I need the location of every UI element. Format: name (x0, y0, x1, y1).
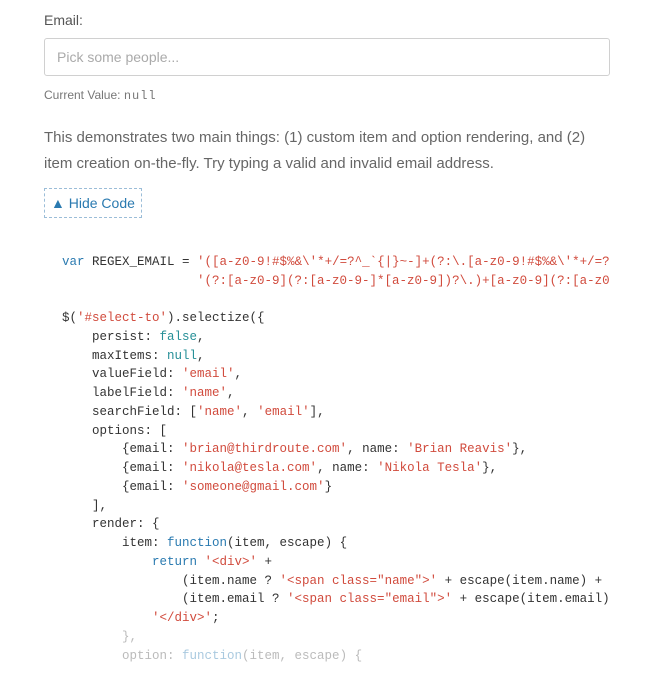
chevron-up-icon: ▲ (51, 195, 65, 211)
hide-code-toggle[interactable]: ▲ Hide Code (44, 188, 142, 218)
current-value-display: Current Value: null (44, 88, 610, 103)
current-value: null (124, 89, 157, 103)
code-block: var REGEX_EMAIL = '([a-z0-9!#$%&\'*+/=?^… (44, 234, 610, 665)
current-value-label: Current Value: (44, 88, 124, 102)
email-label: Email: (44, 12, 610, 28)
description-text: This demonstrates two main things: (1) c… (44, 125, 610, 176)
toggle-label: Hide Code (69, 195, 135, 211)
email-select-input[interactable]: Pick some people... (44, 38, 610, 76)
